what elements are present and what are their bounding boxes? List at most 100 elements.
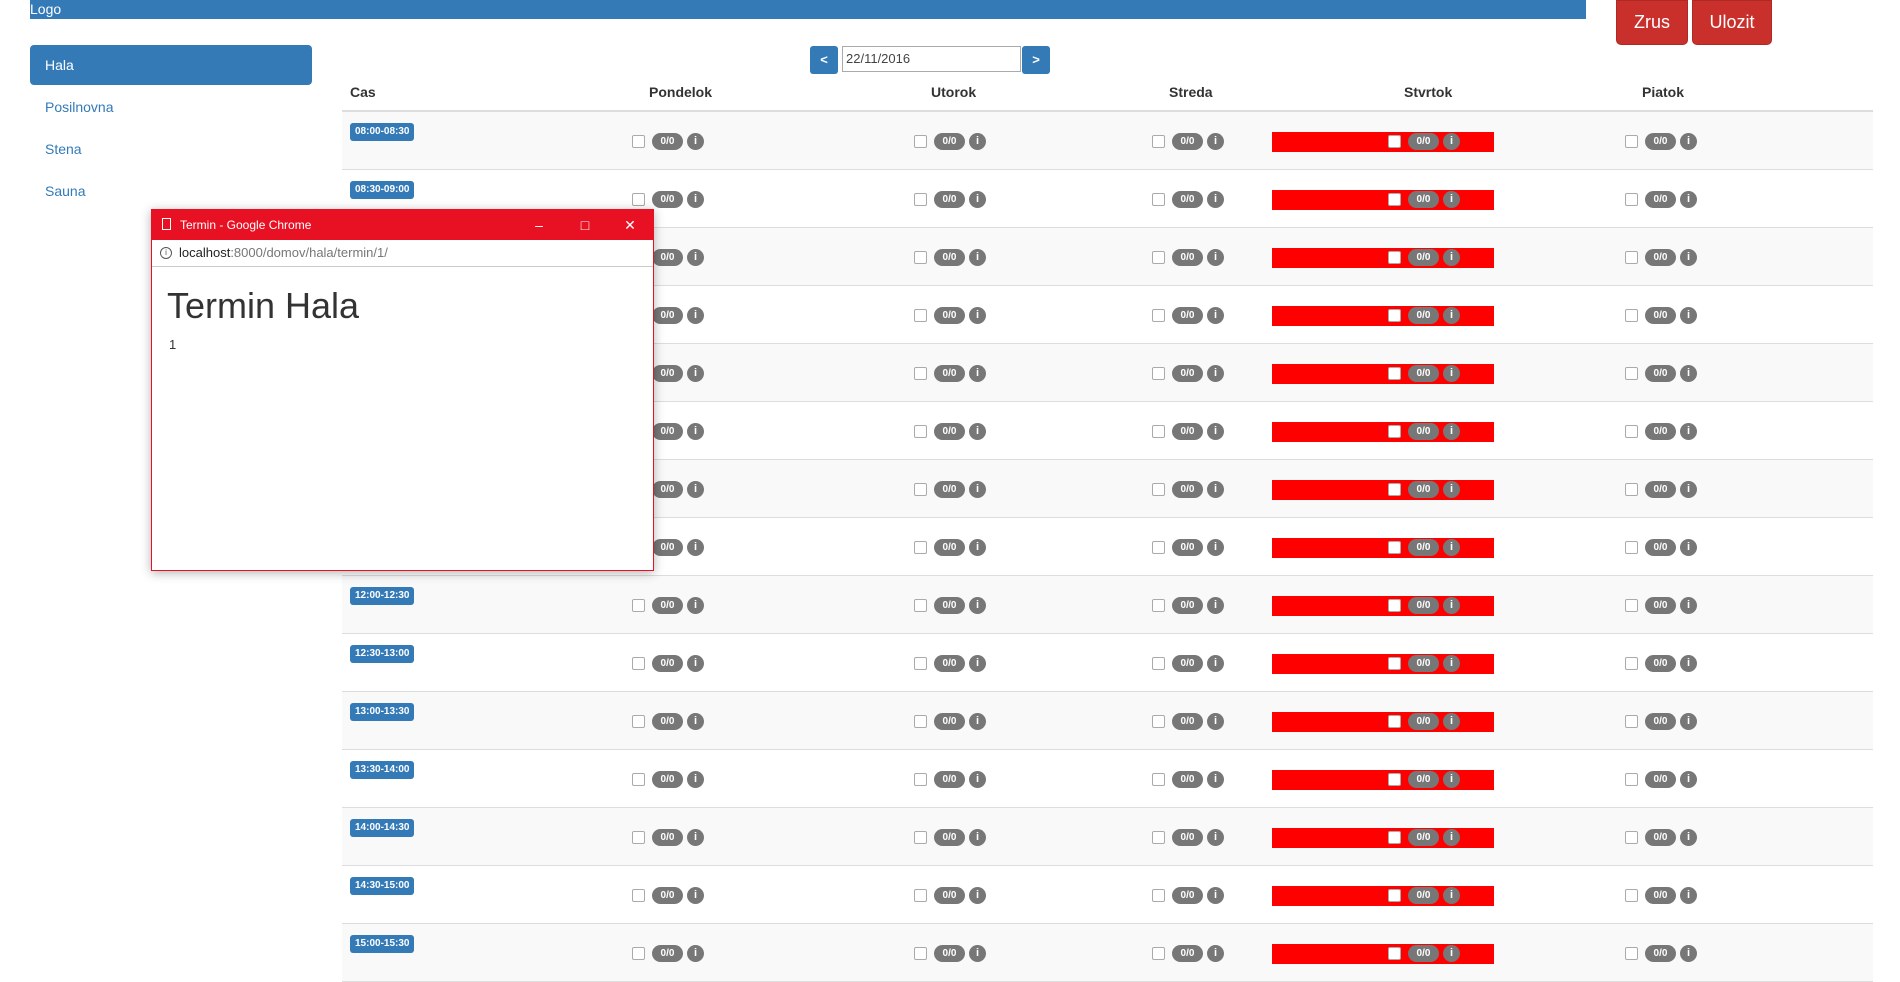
slot-checkbox[interactable] [1625,831,1638,844]
slot-checkbox[interactable] [914,425,927,438]
slot-checkbox[interactable] [1625,309,1638,322]
info-icon[interactable]: i [1207,829,1224,846]
slot-checkbox[interactable] [1388,541,1401,554]
slot-checkbox[interactable] [914,773,927,786]
slot-checkbox[interactable] [632,193,645,206]
info-icon[interactable]: i [1443,481,1460,498]
info-icon[interactable]: i [1207,887,1224,904]
slot-checkbox[interactable] [632,135,645,148]
info-icon[interactable]: i [1207,655,1224,672]
info-icon[interactable]: i [969,945,986,962]
slot-checkbox[interactable] [632,599,645,612]
info-icon[interactable]: i [969,713,986,730]
info-icon[interactable]: i [1680,829,1697,846]
info-icon[interactable]: i [969,423,986,440]
info-icon[interactable]: i [687,655,704,672]
slot-checkbox[interactable] [914,483,927,496]
info-icon[interactable]: i [1680,539,1697,556]
info-icon[interactable]: i [1443,423,1460,440]
info-icon[interactable]: i [1443,945,1460,962]
slot-checkbox[interactable] [1388,425,1401,438]
info-icon[interactable]: i [969,597,986,614]
slot-checkbox[interactable] [914,309,927,322]
address-bar[interactable]: i localhost:8000/domov/hala/termin/1/ [152,240,653,267]
logo[interactable]: Logo [30,0,1586,19]
slot-checkbox[interactable] [1625,773,1638,786]
slot-checkbox[interactable] [914,831,927,844]
slot-checkbox[interactable] [1625,425,1638,438]
info-icon[interactable]: i [1443,133,1460,150]
prev-week-button[interactable]: < [810,46,838,74]
info-icon[interactable]: i [1207,191,1224,208]
info-icon[interactable]: i [969,771,986,788]
minimize-icon[interactable]: – [516,210,562,240]
slot-checkbox[interactable] [914,541,927,554]
info-icon[interactable]: i [687,307,704,324]
slot-checkbox[interactable] [1152,483,1165,496]
info-icon[interactable]: i [687,423,704,440]
close-icon[interactable]: ✕ [607,210,653,240]
info-icon[interactable]: i [1680,713,1697,730]
info-icon[interactable]: i [1680,191,1697,208]
info-icon[interactable]: i [1207,365,1224,382]
slot-checkbox[interactable] [1388,193,1401,206]
url-text[interactable]: localhost:8000/domov/hala/termin/1/ [179,240,388,266]
info-icon[interactable]: i [1680,423,1697,440]
info-icon[interactable]: i [687,887,704,904]
next-week-button[interactable]: > [1022,46,1050,74]
sidebar-item-stena[interactable]: Stena [30,129,312,169]
slot-checkbox[interactable] [1388,135,1401,148]
slot-checkbox[interactable] [1625,599,1638,612]
slot-checkbox[interactable] [1625,483,1638,496]
info-icon[interactable]: i [1443,539,1460,556]
maximize-icon[interactable]: □ [562,210,608,240]
info-icon[interactable]: i [969,481,986,498]
info-icon[interactable]: i [687,713,704,730]
slot-checkbox[interactable] [1152,831,1165,844]
slot-checkbox[interactable] [914,889,927,902]
sidebar-item-sauna[interactable]: Sauna [30,171,312,211]
info-icon[interactable]: i [1207,481,1224,498]
slot-checkbox[interactable] [632,715,645,728]
info-icon[interactable]: i [1680,365,1697,382]
info-icon[interactable]: i [1443,597,1460,614]
info-icon[interactable]: i [1207,945,1224,962]
info-icon[interactable]: i [969,539,986,556]
info-icon[interactable]: i [969,307,986,324]
slot-checkbox[interactable] [914,135,927,148]
info-icon[interactable]: i [687,133,704,150]
slot-checkbox[interactable] [914,367,927,380]
info-icon[interactable]: i [1207,539,1224,556]
info-icon[interactable]: i [1207,133,1224,150]
info-icon[interactable]: i [1680,307,1697,324]
slot-checkbox[interactable] [1625,715,1638,728]
slot-checkbox[interactable] [1152,773,1165,786]
info-icon[interactable]: i [1680,655,1697,672]
slot-checkbox[interactable] [1152,251,1165,264]
info-icon[interactable]: i [1443,365,1460,382]
site-info-icon[interactable]: i [160,247,172,259]
info-icon[interactable]: i [1680,249,1697,266]
slot-checkbox[interactable] [1152,541,1165,554]
slot-checkbox[interactable] [914,657,927,670]
info-icon[interactable]: i [969,249,986,266]
slot-checkbox[interactable] [1388,889,1401,902]
slot-checkbox[interactable] [914,715,927,728]
slot-checkbox[interactable] [1152,367,1165,380]
slot-checkbox[interactable] [1152,599,1165,612]
slot-checkbox[interactable] [1152,715,1165,728]
info-icon[interactable]: i [687,539,704,556]
info-icon[interactable]: i [687,249,704,266]
save-button[interactable]: Ulozit [1692,0,1772,45]
slot-checkbox[interactable] [1388,251,1401,264]
info-icon[interactable]: i [687,829,704,846]
info-icon[interactable]: i [1680,597,1697,614]
slot-checkbox[interactable] [1625,657,1638,670]
sidebar-item-hala[interactable]: Hala [30,45,312,85]
slot-checkbox[interactable] [1388,657,1401,670]
info-icon[interactable]: i [969,365,986,382]
info-icon[interactable]: i [969,191,986,208]
slot-checkbox[interactable] [1152,425,1165,438]
info-icon[interactable]: i [1443,249,1460,266]
info-icon[interactable]: i [969,133,986,150]
